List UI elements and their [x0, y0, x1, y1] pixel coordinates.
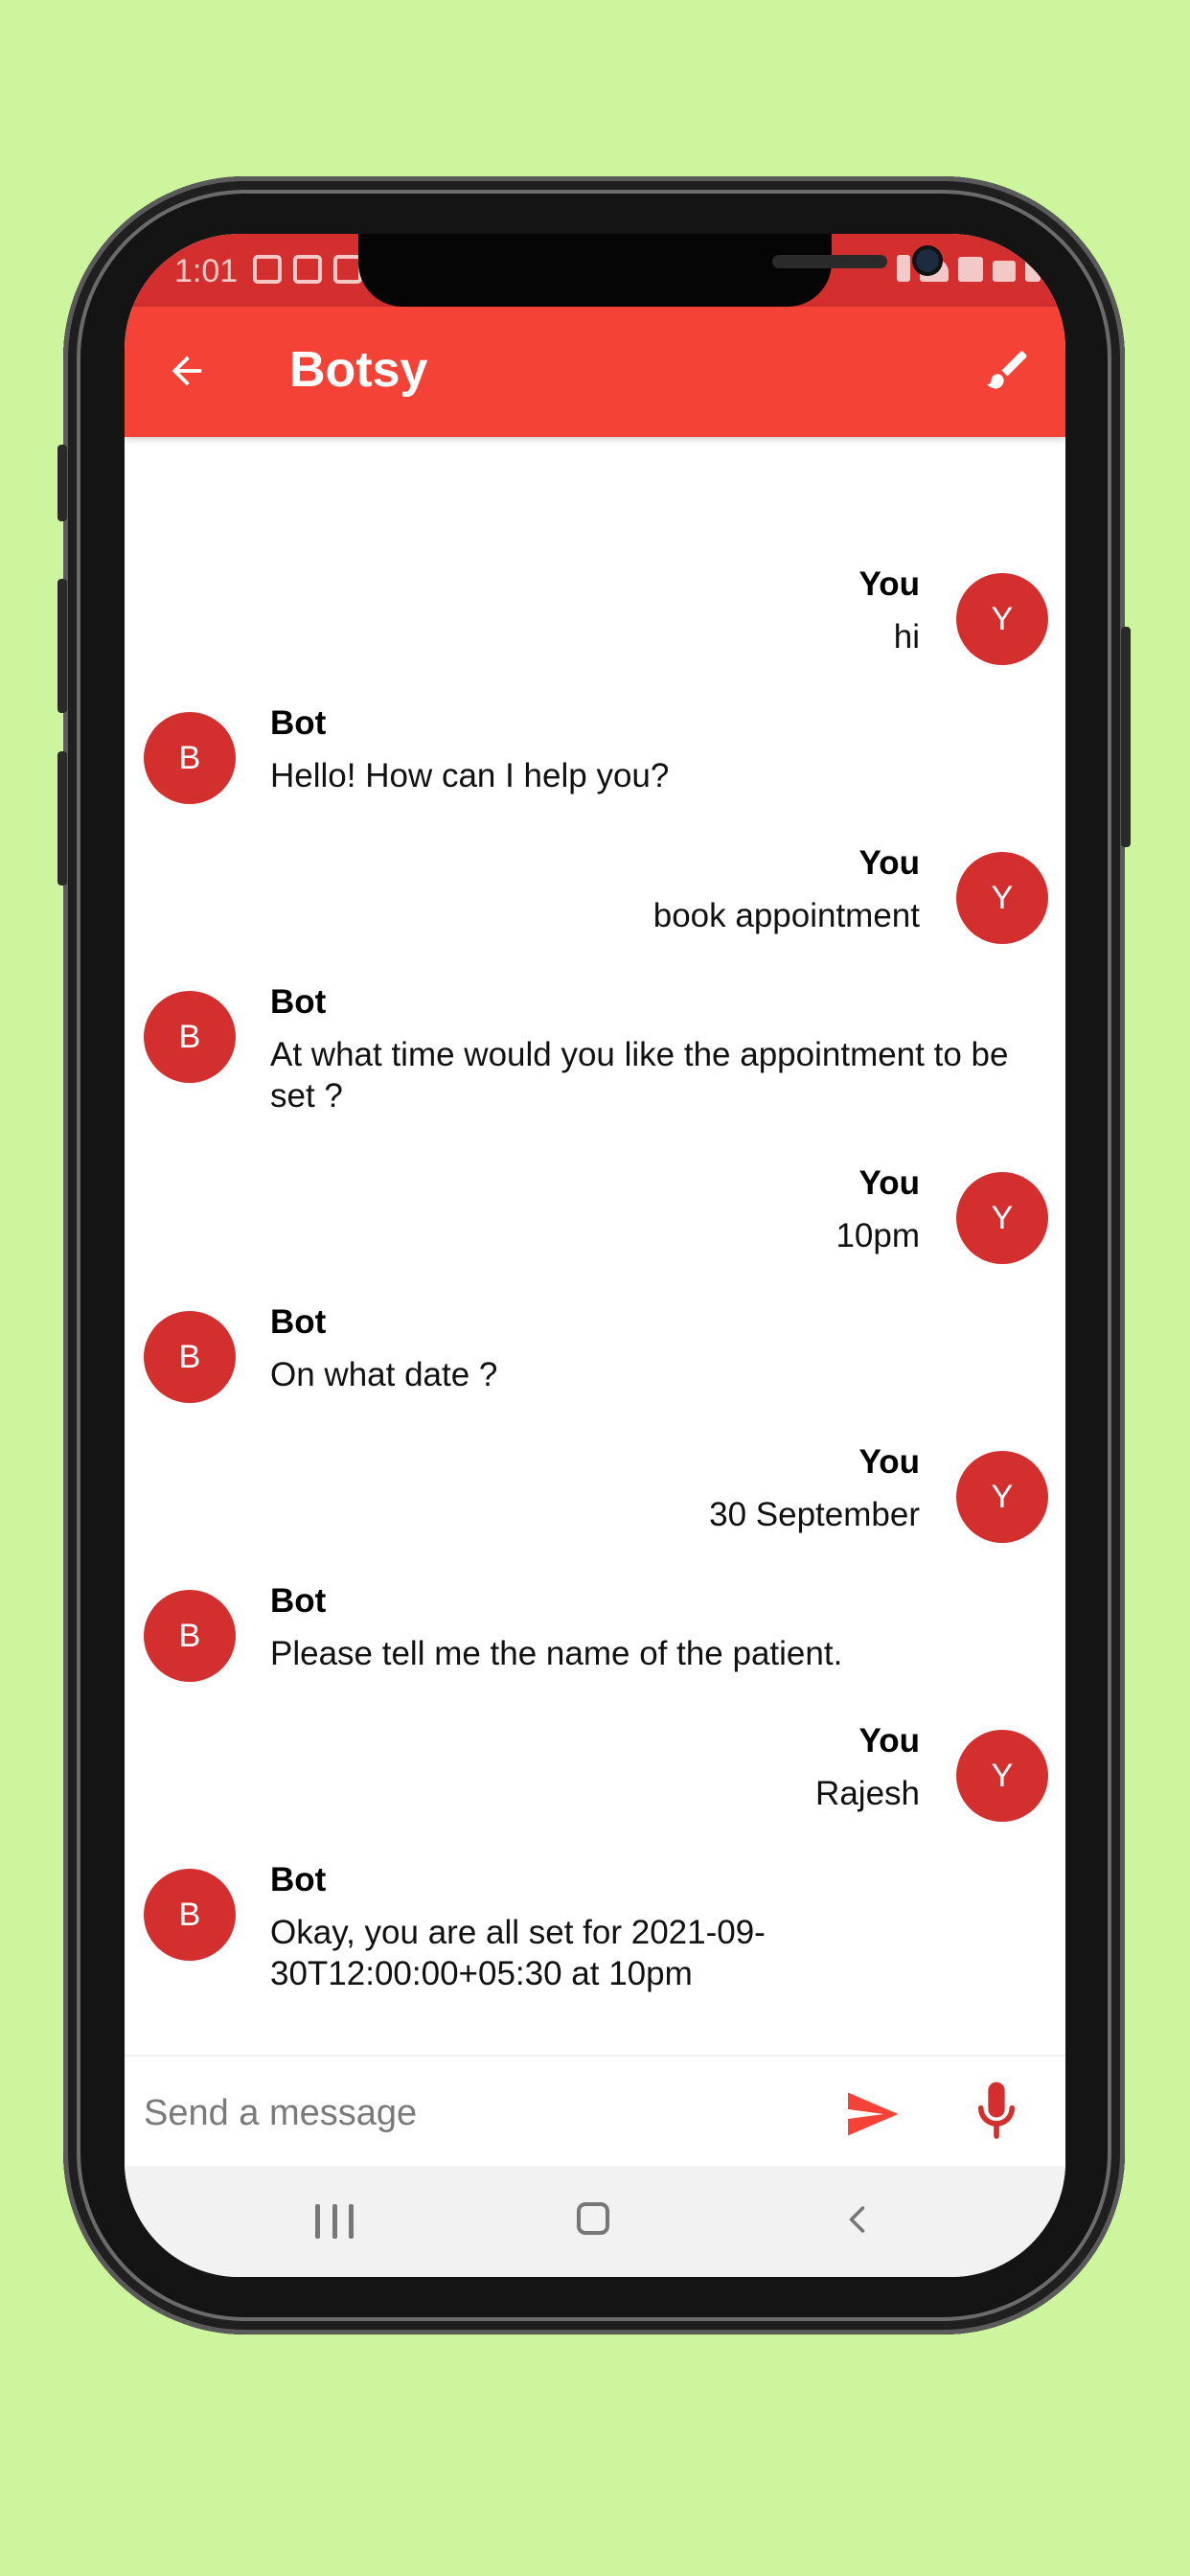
message-text: Okay, you are all set for 2021-09-30T12:…: [270, 1914, 766, 1992]
message-text: Hello! How can I help you?: [270, 757, 670, 794]
home-icon[interactable]: [577, 2202, 609, 2235]
status-time: 1:01: [174, 253, 239, 289]
message-text: 30 September: [709, 1496, 920, 1533]
phone-side-button: [57, 579, 67, 713]
recents-icon[interactable]: [315, 2204, 354, 2239]
phone-side-button: [1121, 627, 1131, 847]
message-text: Rajesh: [815, 1775, 920, 1812]
avatar: Y: [956, 852, 1048, 944]
message-text: book appointment: [652, 897, 920, 934]
avatar: Y: [956, 1730, 1048, 1822]
message-text: 10pm: [835, 1217, 920, 1254]
app-title: Botsy: [289, 342, 428, 398]
avatar: B: [144, 712, 236, 804]
avatar: B: [144, 991, 236, 1083]
message-text: On what date ?: [270, 1356, 498, 1393]
nav-back-icon[interactable]: [841, 2202, 876, 2237]
phone-side-button: [57, 445, 67, 521]
message-sender: You: [858, 565, 920, 603]
message-sender: You: [858, 1443, 920, 1481]
screenshot-icon: [253, 255, 282, 284]
avatar: B: [144, 1311, 236, 1403]
message-text: At what time would you like the appointm…: [270, 1036, 1009, 1115]
notification-icons: [253, 255, 362, 284]
message-sender: You: [858, 1722, 920, 1760]
call-icon: [958, 257, 983, 282]
battery-icon: [1025, 253, 1041, 282]
message-input[interactable]: [142, 2082, 874, 2145]
front-camera: [916, 249, 939, 272]
avatar: B: [144, 1590, 236, 1682]
avatar: B: [144, 1869, 236, 1961]
message-sender: Bot: [270, 1861, 327, 1898]
message-sender: Bot: [270, 1582, 327, 1620]
avatar: Y: [956, 1172, 1048, 1264]
avatar: Y: [956, 1451, 1048, 1543]
arrow-back-icon[interactable]: [165, 349, 209, 393]
system-nav-bar: [125, 2166, 1065, 2277]
bluetooth-icon: [897, 255, 910, 282]
app-bar: Botsy: [125, 307, 1065, 437]
message-sender: You: [858, 844, 920, 882]
message-text: Please tell me the name of the patient.: [270, 1635, 843, 1672]
message-composer: [125, 2055, 1065, 2168]
camera-notch: [358, 234, 939, 307]
avatar: Y: [956, 573, 1048, 665]
message-sender: You: [858, 1164, 920, 1202]
send-icon[interactable]: [843, 2085, 901, 2143]
gallery-icon: [293, 255, 322, 284]
mic-icon[interactable]: [972, 2080, 1021, 2143]
signal-icon: [993, 261, 1016, 282]
chat-message-list[interactable]: Y You hi B Bot Hello! How can I help you…: [125, 437, 1065, 2277]
brush-icon[interactable]: [983, 345, 1033, 395]
message-sender: Bot: [270, 704, 327, 742]
message-sender: Bot: [270, 983, 327, 1021]
message-text: hi: [893, 618, 920, 656]
phone-side-button: [57, 751, 67, 886]
phone-screen: 1:01 Botsy Y You hi B Bot Hello! How can…: [125, 234, 1065, 2277]
earpiece-speaker: [772, 255, 887, 268]
message-sender: Bot: [270, 1303, 327, 1341]
